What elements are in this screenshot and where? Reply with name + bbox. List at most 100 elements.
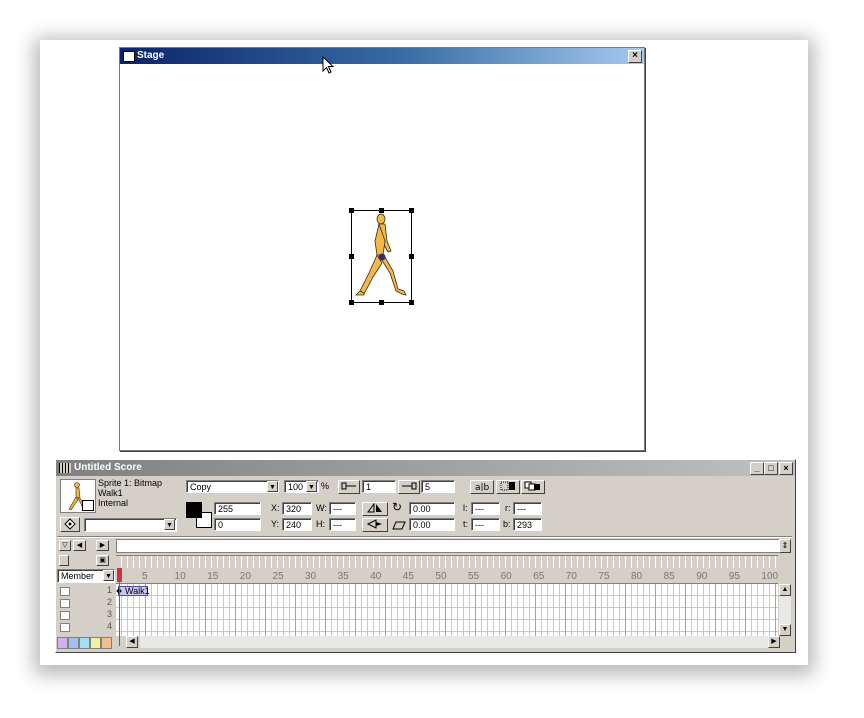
start-frame-icon bbox=[341, 482, 356, 490]
selection-handle[interactable] bbox=[379, 300, 384, 305]
background-color-field[interactable]: 0 bbox=[214, 518, 261, 531]
stage-sprite-walk1[interactable] bbox=[349, 208, 414, 305]
vertical-scrollbar-track[interactable] bbox=[779, 596, 791, 624]
skew-icon bbox=[392, 521, 406, 530]
sprite-thumbnail[interactable] bbox=[60, 479, 96, 513]
tweening-button[interactable]: a|b bbox=[470, 480, 494, 494]
script-channel-icon[interactable]: ▣ bbox=[96, 555, 109, 566]
playhead-handle[interactable] bbox=[117, 568, 122, 582]
color-swatches[interactable] bbox=[57, 636, 117, 649]
edit-icon[interactable] bbox=[82, 500, 94, 511]
foreground-color-field[interactable]: 255 bbox=[214, 502, 261, 515]
swatch[interactable] bbox=[68, 637, 79, 649]
sprite-span-walk1[interactable]: Walk1 bbox=[118, 586, 150, 596]
playhead-line bbox=[119, 582, 120, 646]
stage-title-bar[interactable]: Stage × bbox=[120, 48, 644, 64]
selection-handle[interactable] bbox=[379, 208, 384, 213]
selection-handle[interactable] bbox=[349, 300, 354, 305]
zoom-menu-button[interactable]: ⇕ bbox=[779, 539, 791, 553]
w-field[interactable]: --- bbox=[329, 502, 356, 515]
r-label: r: bbox=[505, 503, 511, 513]
start-frame-button[interactable] bbox=[338, 480, 360, 494]
selection-handle[interactable] bbox=[349, 254, 354, 259]
channel-number: 1 bbox=[106, 585, 112, 595]
end-frame-button[interactable] bbox=[398, 480, 420, 494]
y-label: Y: bbox=[271, 519, 280, 529]
swatch[interactable] bbox=[101, 637, 112, 649]
behavior-icon bbox=[64, 518, 76, 530]
t-label: t: bbox=[463, 519, 469, 529]
behavior-button[interactable] bbox=[60, 517, 80, 532]
frame-tick-label: 90 bbox=[696, 571, 708, 582]
rotation-field[interactable]: 0.00 bbox=[409, 502, 455, 515]
scroll-left-button[interactable]: ◀ bbox=[126, 636, 138, 648]
b-label: b: bbox=[503, 519, 511, 529]
editable-button[interactable] bbox=[496, 480, 520, 494]
script-channel[interactable] bbox=[116, 555, 778, 568]
horizontal-scrollbar-track[interactable] bbox=[140, 636, 768, 648]
chevron-down-icon[interactable]: ▼ bbox=[267, 481, 278, 492]
w-label: W: bbox=[316, 503, 327, 513]
tween-icon: a|b bbox=[475, 483, 490, 493]
r-field[interactable]: --- bbox=[513, 502, 542, 515]
b-field[interactable]: 293 bbox=[513, 518, 542, 531]
effects-toggle[interactable] bbox=[59, 555, 69, 566]
score-title: Untitled Score bbox=[74, 462, 142, 473]
frame-tick-label: 55 bbox=[468, 571, 480, 582]
prev-marker-button[interactable]: ◀ bbox=[73, 540, 86, 551]
frame-5-markers bbox=[116, 584, 778, 636]
minimize-button[interactable]: _ bbox=[750, 462, 764, 475]
scroll-down-button[interactable]: ▼ bbox=[779, 624, 791, 636]
flip-horizontal-button[interactable] bbox=[362, 502, 388, 516]
x-label: X: bbox=[271, 503, 280, 513]
markers-channel[interactable] bbox=[116, 539, 780, 553]
trails-button[interactable] bbox=[521, 480, 545, 494]
selection-handle[interactable] bbox=[409, 300, 414, 305]
channel-number: 3 bbox=[106, 609, 112, 619]
hide-effects-button[interactable]: ▽ bbox=[59, 540, 71, 551]
rotation-icon: ↻ bbox=[392, 500, 403, 514]
skew-field[interactable]: 0.00 bbox=[409, 518, 455, 531]
t-field[interactable]: --- bbox=[471, 518, 500, 531]
l-label: l: bbox=[463, 503, 468, 513]
sprite-span-label: Walk1 bbox=[125, 586, 150, 596]
swatch[interactable] bbox=[79, 637, 90, 649]
l-field[interactable]: --- bbox=[471, 502, 500, 515]
selection-handle[interactable] bbox=[349, 208, 354, 213]
swatch[interactable] bbox=[90, 637, 101, 649]
chevron-down-icon[interactable]: ▼ bbox=[306, 481, 317, 492]
start-frame-field[interactable]: 1 bbox=[362, 480, 396, 493]
flip-vertical-button[interactable] bbox=[362, 518, 388, 532]
svg-text:a|b: a|b bbox=[475, 483, 490, 491]
ink-dropdown[interactable]: Copy bbox=[186, 480, 279, 493]
flip-vertical-icon bbox=[366, 519, 382, 529]
channel-toggle[interactable] bbox=[60, 623, 70, 632]
scroll-right-button[interactable]: ▶ bbox=[768, 636, 780, 648]
select-icon bbox=[500, 481, 515, 491]
close-button[interactable]: × bbox=[779, 462, 793, 475]
swatch[interactable] bbox=[57, 637, 68, 649]
channel-toggle[interactable] bbox=[60, 599, 70, 608]
divider bbox=[57, 536, 792, 538]
score-icon bbox=[59, 463, 71, 473]
flip-horizontal-icon bbox=[367, 502, 382, 513]
y-field[interactable]: 240 bbox=[282, 518, 312, 531]
end-frame-field[interactable]: 5 bbox=[421, 480, 455, 493]
score-title-bar[interactable]: Untitled Score _ □ × bbox=[56, 460, 795, 476]
selection-handle[interactable] bbox=[409, 208, 414, 213]
maximize-button[interactable]: □ bbox=[764, 462, 778, 475]
h-field[interactable]: --- bbox=[329, 518, 356, 531]
channel-toggle[interactable] bbox=[60, 587, 70, 596]
frame-tick-label: 25 bbox=[272, 571, 284, 582]
selection-handle[interactable] bbox=[409, 254, 414, 259]
next-marker-button[interactable]: ▶ bbox=[96, 540, 109, 551]
chevron-down-icon[interactable]: ▼ bbox=[103, 570, 114, 581]
frame-tick-label: 75 bbox=[598, 571, 610, 582]
chevron-down-icon[interactable]: ▼ bbox=[164, 519, 175, 530]
x-field[interactable]: 320 bbox=[282, 502, 312, 515]
channel-toggle[interactable] bbox=[60, 611, 70, 620]
walking-man-icon bbox=[355, 213, 407, 296]
scroll-up-button[interactable]: ▲ bbox=[779, 584, 791, 596]
stage-close-button[interactable]: × bbox=[628, 50, 642, 63]
frame-tick-label: 35 bbox=[337, 571, 349, 582]
